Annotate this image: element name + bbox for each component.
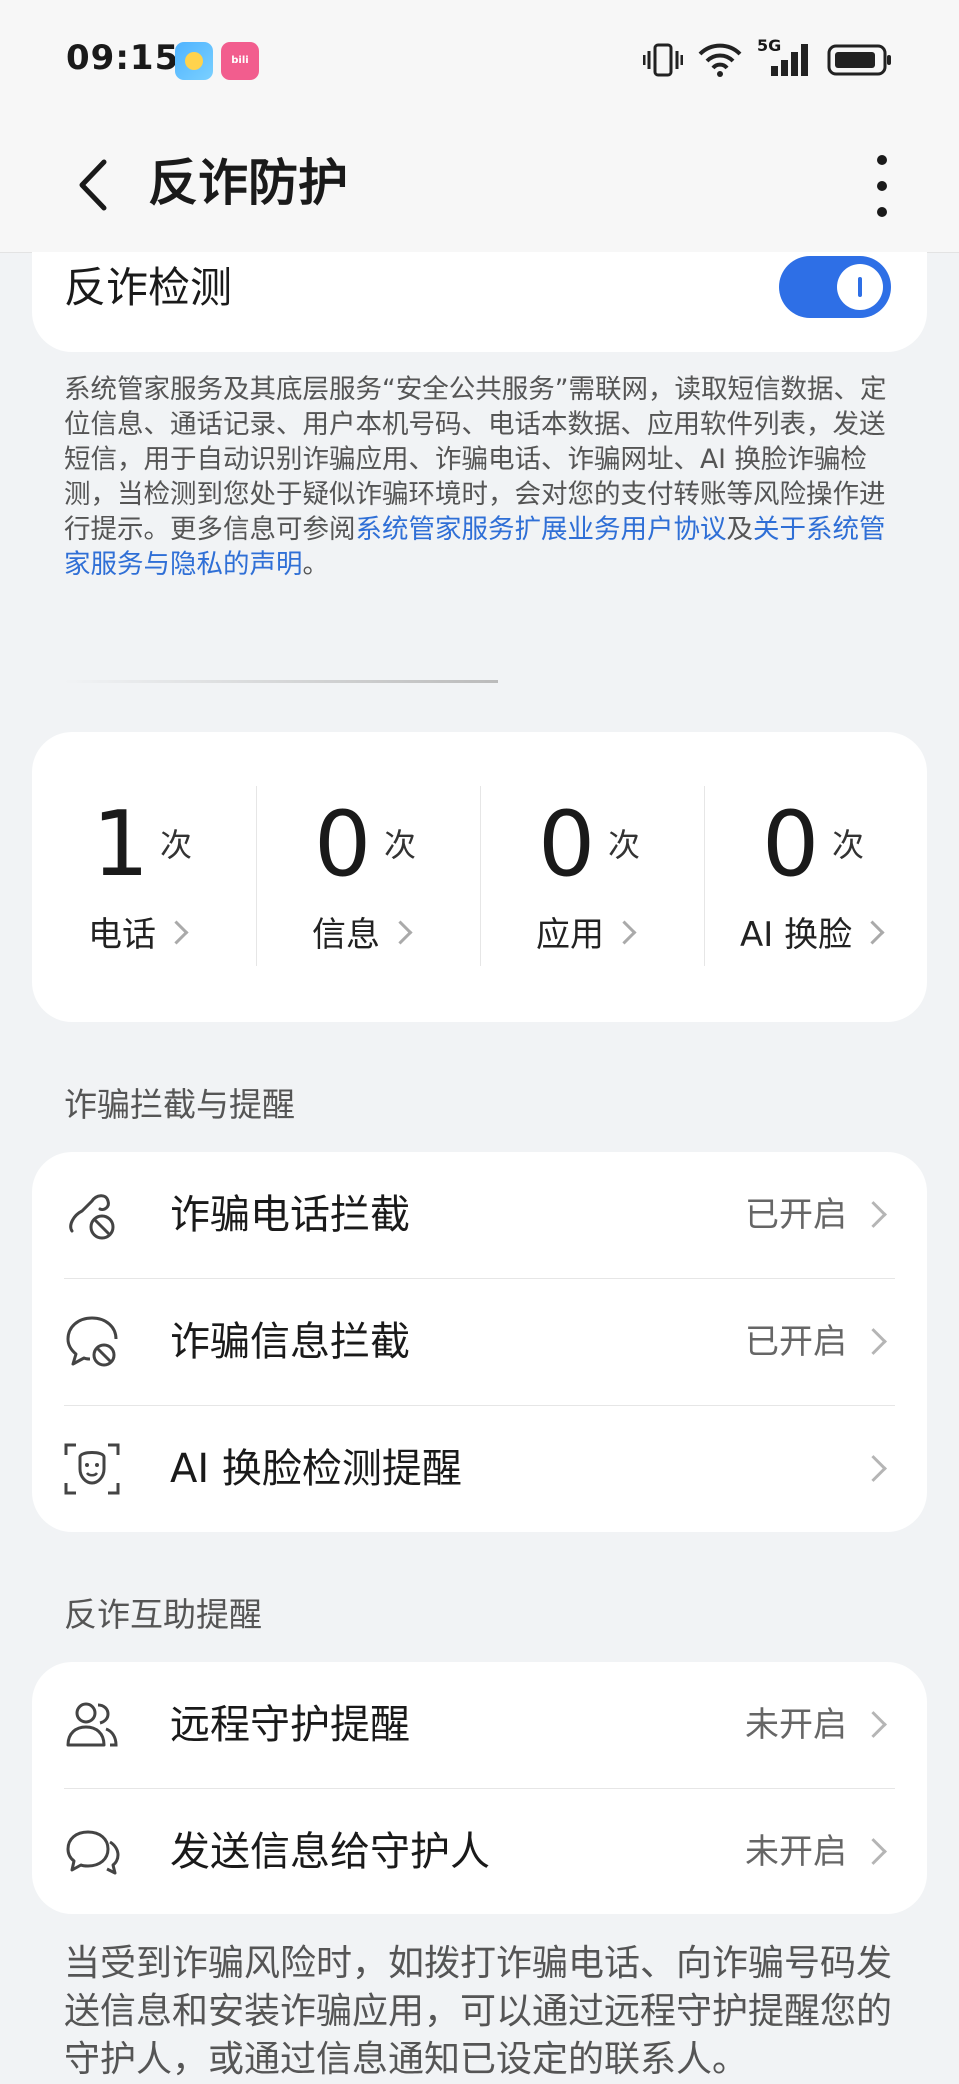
list-item-label: 远程守护提醒 bbox=[170, 1702, 410, 1748]
list-item-fraud-message-block[interactable]: 诈骗信息拦截 已开启 bbox=[32, 1279, 927, 1405]
battery-icon bbox=[827, 44, 891, 76]
chevron-right-icon bbox=[860, 1838, 887, 1865]
list-item-label: 发送信息给守护人 bbox=[170, 1829, 490, 1875]
section-title-interception: 诈骗拦截与提醒 bbox=[64, 1085, 295, 1124]
status-text: 未开启 bbox=[745, 1832, 847, 1872]
privacy-description: 系统管家服务及其底层服务“安全公共服务”需联网，读取短信数据、定位信息、通话记录… bbox=[64, 372, 904, 582]
stat-value: 1 bbox=[92, 792, 150, 897]
chevron-right-icon bbox=[164, 920, 189, 945]
list-item-label: 诈骗信息拦截 bbox=[170, 1319, 410, 1365]
page-title: 反诈防护 bbox=[148, 154, 348, 212]
list-item-label: 诈骗电话拦截 bbox=[170, 1192, 410, 1238]
message-block-icon bbox=[66, 1316, 118, 1367]
phone-block-icon bbox=[69, 1194, 115, 1240]
toggle-knob bbox=[837, 264, 883, 310]
status-text: 已开启 bbox=[745, 1195, 847, 1235]
more-vertical-icon bbox=[877, 155, 887, 217]
back-button[interactable] bbox=[70, 152, 120, 218]
chevron-right-icon bbox=[860, 920, 885, 945]
scroll-indicator bbox=[64, 680, 498, 683]
chevron-right-icon bbox=[860, 1328, 887, 1355]
user-agreement-link[interactable]: 系统管家服务扩展业务用户协议 bbox=[356, 514, 727, 545]
chat-icon bbox=[66, 1830, 120, 1875]
stat-label: 应用 bbox=[536, 910, 637, 960]
stat-ai-face[interactable]: 0 次 AI 换脸 bbox=[704, 732, 928, 1022]
chevron-right-icon bbox=[388, 920, 413, 945]
chevron-right-icon bbox=[860, 1455, 887, 1482]
face-scan-icon bbox=[64, 1443, 120, 1495]
status-text: 未开启 bbox=[745, 1705, 847, 1745]
stat-unit: 次 bbox=[832, 826, 865, 864]
list-item-fraud-call-block[interactable]: 诈骗电话拦截 已开启 bbox=[32, 1152, 927, 1278]
chevron-right-icon bbox=[860, 1711, 887, 1738]
stat-label: AI 换脸 bbox=[740, 910, 885, 960]
stat-unit: 次 bbox=[384, 826, 417, 864]
stat-messages[interactable]: 0 次 信息 bbox=[256, 732, 480, 1022]
weather-app-icon bbox=[175, 42, 213, 80]
stat-unit: 次 bbox=[608, 826, 641, 864]
bilibili-app-icon: bili bbox=[221, 42, 259, 80]
chevron-right-icon bbox=[612, 920, 637, 945]
chevron-left-icon bbox=[79, 159, 107, 211]
stat-label: 电话 bbox=[88, 910, 189, 960]
stat-label: 信息 bbox=[312, 910, 413, 960]
interception-list: 诈骗电话拦截 已开启 诈骗信息拦截 已开启 AI 换脸检测提醒 bbox=[32, 1152, 927, 1532]
stat-calls[interactable]: 1 次 电话 bbox=[32, 732, 256, 1022]
list-item-send-to-guardian[interactable]: 发送信息给守护人 未开启 bbox=[32, 1789, 927, 1915]
stat-apps[interactable]: 0 次 应用 bbox=[480, 732, 704, 1022]
status-bar: 09:15 bili 5G bbox=[0, 0, 959, 120]
section-title-mutual-aid: 反诈互助提醒 bbox=[64, 1595, 262, 1634]
more-options-button[interactable] bbox=[857, 148, 907, 224]
stat-value: 0 bbox=[314, 792, 372, 897]
fraud-detection-toggle[interactable] bbox=[779, 256, 891, 318]
status-text: 已开启 bbox=[745, 1322, 847, 1362]
navigation-bar: 反诈防护 bbox=[0, 120, 959, 253]
list-item-label: AI 换脸检测提醒 bbox=[170, 1446, 462, 1492]
chevron-right-icon bbox=[860, 1201, 887, 1228]
list-item-remote-guard[interactable]: 远程守护提醒 未开启 bbox=[32, 1662, 927, 1788]
stat-unit: 次 bbox=[160, 826, 193, 864]
description-end: 。 bbox=[302, 549, 330, 580]
guardians-icon bbox=[66, 1702, 118, 1747]
fraud-detection-card: 反诈检测 bbox=[32, 252, 927, 352]
cellular-signal-icon: 5G bbox=[757, 36, 813, 78]
wifi-icon bbox=[698, 43, 742, 77]
description-joiner: 及 bbox=[726, 514, 754, 545]
stat-value: 0 bbox=[762, 792, 820, 897]
list-item-ai-face-detection[interactable]: AI 换脸检测提醒 bbox=[32, 1406, 927, 1532]
status-time: 09:15 bbox=[66, 38, 180, 78]
mutual-aid-list: 远程守护提醒 未开启 发送信息给守护人 未开启 bbox=[32, 1662, 927, 1914]
fraud-detection-label: 反诈检测 bbox=[64, 263, 233, 312]
interception-stats-card: 1 次 电话 0 次 信息 0 次 应用 0 次 AI 换脸 bbox=[32, 732, 927, 1022]
footer-description: 当受到诈骗风险时，如拨打诈骗电话、向诈骗号码发送信息和安装诈骗应用，可以通过远程… bbox=[64, 1943, 893, 2080]
vibrate-icon bbox=[643, 43, 683, 77]
stat-value: 0 bbox=[538, 792, 596, 897]
